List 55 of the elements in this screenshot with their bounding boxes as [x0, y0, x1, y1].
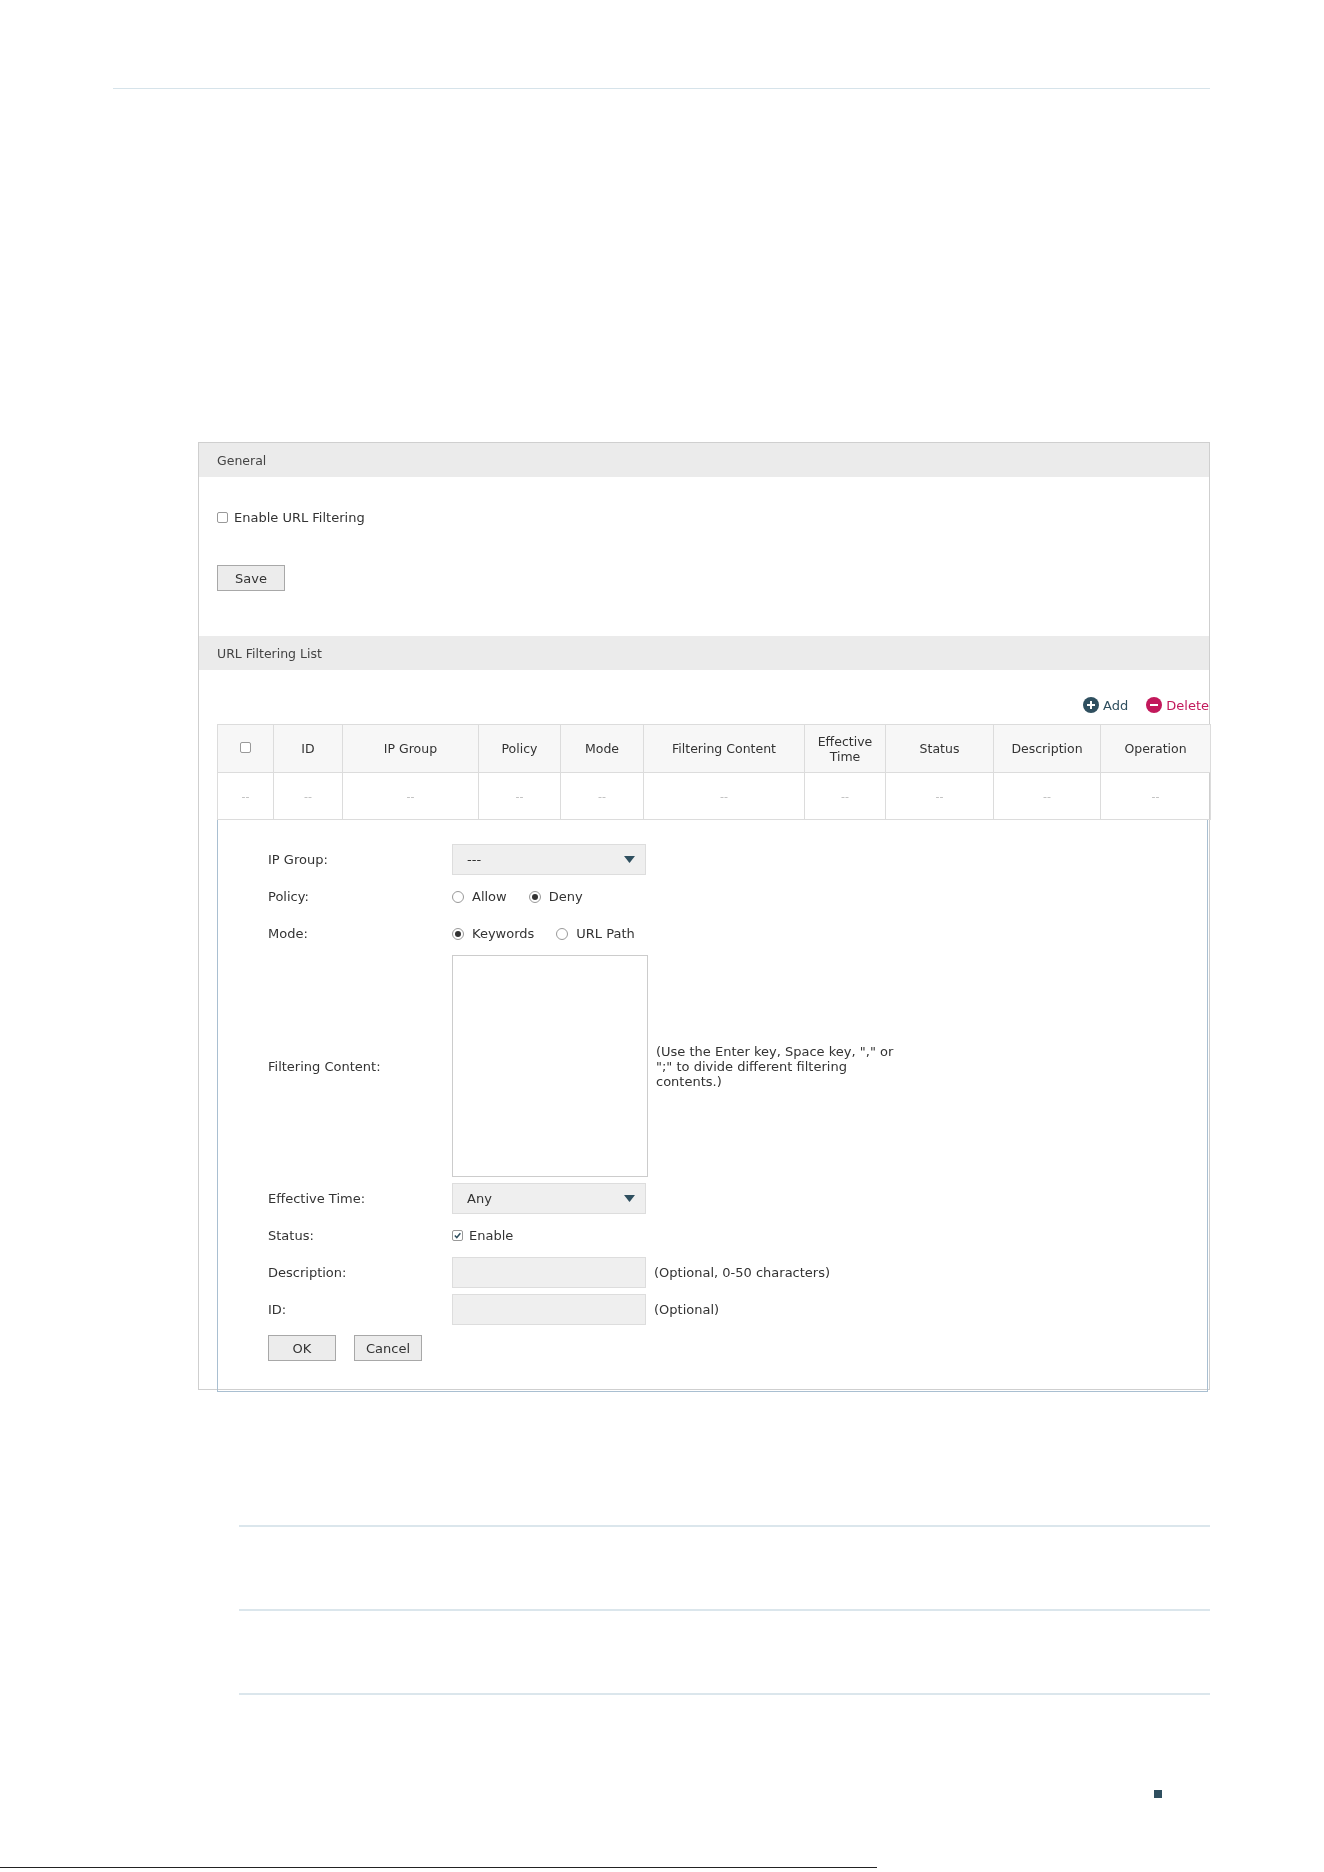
table-cell: -- — [342, 772, 479, 820]
table-cell: -- — [478, 772, 561, 820]
select-all-checkbox[interactable] — [240, 742, 251, 753]
section-header: URL Filtering List — [199, 636, 1209, 670]
caret-icon — [624, 1195, 635, 1202]
enable-checkbox[interactable]: Enable URL Filtering — [217, 510, 1209, 525]
field-label: Status: — [268, 1228, 315, 1243]
cancel-button[interactable]: Cancel — [354, 1335, 422, 1361]
column-header: Mode — [560, 724, 644, 773]
dropdown[interactable]: Any — [452, 1183, 646, 1214]
radio-option[interactable]: Keywords — [452, 926, 535, 941]
radio-option[interactable]: Allow — [452, 889, 507, 904]
status-checkbox[interactable]: Enable — [452, 1228, 514, 1243]
input-field[interactable] — [452, 1294, 646, 1325]
field-label: Policy: — [268, 889, 310, 904]
dropdown[interactable]: --- — [452, 844, 646, 875]
caret-icon — [624, 856, 635, 863]
table-cell: -- — [643, 772, 805, 820]
column-header: Description — [993, 724, 1101, 773]
column-header: Operation — [1100, 724, 1211, 773]
delete-button[interactable]: Delete — [1146, 697, 1209, 713]
square-mark — [1154, 1790, 1162, 1798]
column-header: Filtering Content — [643, 724, 805, 773]
section-header: General — [199, 443, 1209, 477]
table-cell: -- — [273, 772, 343, 820]
table-cell: -- — [560, 772, 644, 820]
hint-text: (Optional, 0-50 characters) — [654, 1265, 831, 1280]
checkmark-icon — [453, 1231, 462, 1240]
save-button[interactable]: Save — [217, 565, 285, 591]
column-header: Policy — [478, 724, 561, 773]
table-cell: -- — [993, 772, 1101, 820]
radio-option[interactable]: URL Path — [556, 926, 635, 941]
field-label: Description: — [268, 1265, 348, 1280]
plus-icon — [1083, 697, 1100, 713]
column-header: Effective Time — [804, 724, 886, 773]
column-header: IP Group — [342, 724, 479, 773]
field-label: IP Group: — [268, 852, 329, 867]
radio-option[interactable]: Deny — [528, 889, 583, 904]
hint-text: (Use the Enter key, Space key, "," or ";" to divide different filtering contents.) — [656, 1043, 895, 1089]
table-cell: -- — [885, 772, 994, 820]
field-label: Effective Time: — [268, 1191, 367, 1206]
table-cell: -- — [804, 772, 886, 820]
field-label: Filtering Content: — [268, 1058, 382, 1074]
field-label: Mode: — [268, 926, 309, 941]
ok-button[interactable]: OK — [268, 1335, 336, 1361]
text-area[interactable] — [452, 955, 648, 1177]
column-header: Status — [885, 724, 994, 773]
table-cell: -- — [1100, 772, 1211, 820]
hint-text: (Optional) — [654, 1302, 720, 1317]
minus-icon — [1146, 697, 1163, 713]
input-field[interactable] — [452, 1257, 646, 1288]
column-header: ID — [273, 724, 343, 773]
add-button[interactable]: Add — [1083, 697, 1129, 713]
table-cell: -- — [217, 772, 274, 820]
field-label: ID: — [268, 1302, 288, 1317]
